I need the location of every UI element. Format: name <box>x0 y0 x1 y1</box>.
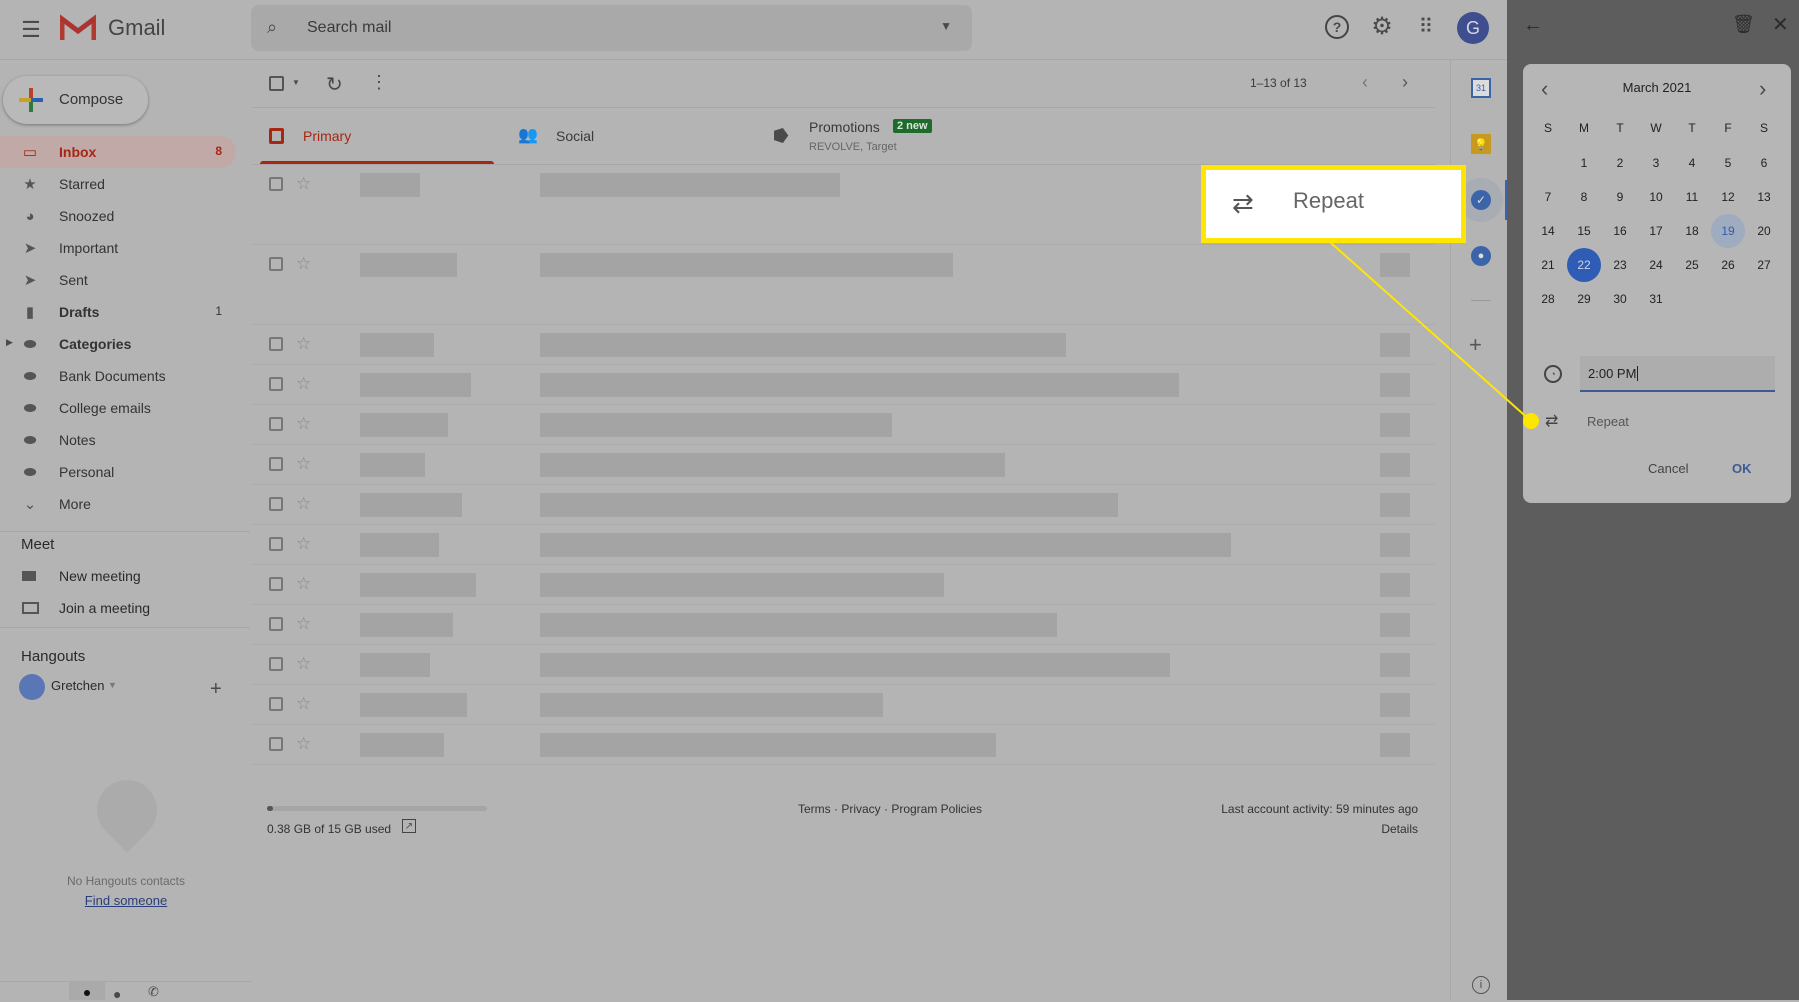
repeat-callout: ⇄ Repeat <box>1201 165 1466 243</box>
repeat-icon: ⇄ <box>1232 188 1254 218</box>
callout-line <box>1329 241 1539 429</box>
